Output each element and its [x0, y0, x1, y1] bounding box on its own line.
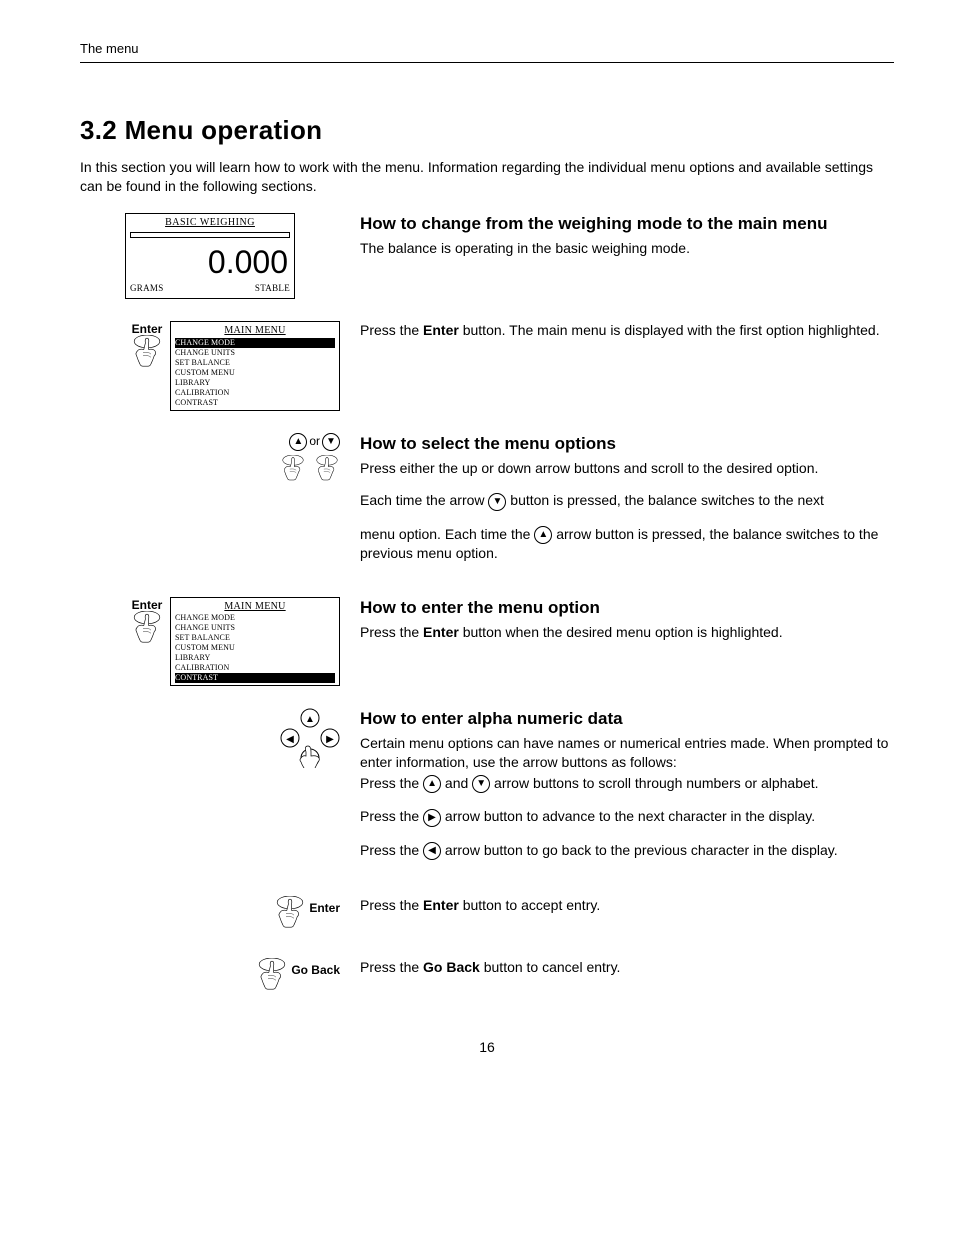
text: arrow button to advance to the next char… [441, 808, 815, 824]
dpad-icon [280, 708, 340, 768]
sec2-p2: Each time the arrow ▼ button is pressed,… [360, 491, 894, 510]
text: button to accept entry. [459, 897, 600, 913]
enter-button-hand: Enter [130, 321, 164, 375]
menu-item: LIBRARY [175, 378, 335, 388]
page-header: The menu [80, 40, 894, 63]
enter-button-hand: Enter [130, 597, 164, 651]
sec4-p2: Press the ▲ and ▼ arrow buttons to scrol… [360, 774, 894, 793]
text: arrow buttons to scroll through numbers … [490, 775, 818, 791]
text: Press the [360, 959, 423, 975]
menu-item: CHANGE UNITS [175, 623, 335, 633]
lcd-status: STABLE [255, 282, 290, 294]
lcd-progress-bar [130, 232, 290, 238]
arrow-up-icon: ▲ [423, 775, 441, 793]
sec1-p2: Press the Enter button. The main menu is… [360, 321, 894, 340]
hand-icon [130, 611, 164, 651]
enter-text: Enter [423, 624, 459, 640]
menu-item: CALIBRATION [175, 388, 335, 398]
text: Press the [360, 808, 423, 824]
hand-icon [130, 335, 164, 375]
arrow-left-icon: ◀ [423, 842, 441, 860]
sec4-p3: Press the ▶ arrow button to advance to t… [360, 807, 894, 826]
enter-label: Enter [309, 900, 340, 916]
or-text: or [309, 433, 320, 449]
enter-text: Enter [423, 322, 459, 338]
text: Press the [360, 624, 423, 640]
arrow-down-icon: ▼ [322, 433, 340, 451]
arrow-down-icon: ▼ [488, 493, 506, 511]
menu-title: MAIN MENU [175, 324, 335, 338]
lcd-value: 0.000 [130, 246, 290, 278]
enter-button-hand: Enter [273, 896, 340, 936]
text: Press the [360, 842, 423, 858]
hand-icon [280, 455, 306, 487]
lcd-main-menu-2: MAIN MENU CHANGE MODE CHANGE UNITS SET B… [170, 597, 340, 687]
menu-item: CUSTOM MENU [175, 643, 335, 653]
enter-text: Enter [423, 897, 459, 913]
page-number: 16 [80, 1038, 894, 1057]
menu-title: MAIN MENU [175, 600, 335, 614]
sec4-p4: Press the ◀ arrow button to go back to t… [360, 841, 894, 860]
menu-item: CHANGE UNITS [175, 348, 335, 358]
menu-item: CALIBRATION [175, 663, 335, 673]
section-title: 3.2 Menu operation [80, 113, 894, 148]
text: button. The main menu is displayed with … [459, 322, 880, 338]
lcd-basic-weighing: BASIC WEIGHING 0.000 GRAMS STABLE [125, 213, 295, 299]
menu-item: CONTRAST [175, 398, 335, 408]
text: button when the desired menu option is h… [459, 624, 783, 640]
menu-item: CHANGE MODE [175, 338, 335, 348]
hand-icon [314, 455, 340, 487]
text: Press the [360, 322, 423, 338]
sec3-p1: Press the Enter button when the desired … [360, 623, 894, 642]
goback-text: Go Back [423, 959, 480, 975]
text: button is pressed, the balance switches … [506, 492, 824, 508]
sec3-heading: How to enter the menu option [360, 597, 894, 620]
sec4-p1: Certain menu options can have names or n… [360, 734, 894, 772]
sec2-p1: Press either the up or down arrow button… [360, 459, 894, 478]
text: and [441, 775, 472, 791]
sec1-p1: The balance is operating in the basic we… [360, 239, 894, 258]
sec4-heading: How to enter alpha numeric data [360, 708, 894, 731]
sec1-heading: How to change from the weighing mode to … [360, 213, 894, 236]
arrow-right-icon: ▶ [423, 809, 441, 827]
arrow-up-icon: ▲ [289, 433, 307, 451]
goback-label: Go Back [291, 962, 340, 978]
text: menu option. Each time the [360, 526, 534, 542]
goback-button-hand: Go Back [255, 958, 340, 998]
lcd-main-menu-1: MAIN MENU CHANGE MODE CHANGE UNITS SET B… [170, 321, 340, 411]
sec4-p5: Press the Enter button to accept entry. [360, 896, 894, 915]
sec2-heading: How to select the menu options [360, 433, 894, 456]
text: button to cancel entry. [480, 959, 621, 975]
menu-item: CUSTOM MENU [175, 368, 335, 378]
menu-item: CHANGE MODE [175, 613, 335, 623]
sec2-p3: menu option. Each time the ▲ arrow butto… [360, 525, 894, 563]
menu-item: SET BALANCE [175, 358, 335, 368]
hand-icon [255, 958, 289, 998]
arrow-up-down-or: ▲ or ▼ [289, 433, 340, 451]
menu-item: LIBRARY [175, 653, 335, 663]
lcd-title: BASIC WEIGHING [130, 216, 290, 230]
hand-icon [273, 896, 307, 936]
text: Each time the arrow [360, 492, 488, 508]
arrow-up-icon: ▲ [534, 526, 552, 544]
lcd-unit: GRAMS [130, 282, 164, 294]
menu-item: SET BALANCE [175, 633, 335, 643]
arrow-down-icon: ▼ [472, 775, 490, 793]
menu-item: CONTRAST [175, 673, 335, 683]
sec4-p6: Press the Go Back button to cancel entry… [360, 958, 894, 977]
intro-text: In this section you will learn how to wo… [80, 158, 894, 196]
text: Press the [360, 897, 423, 913]
text: arrow button to go back to the previous … [441, 842, 838, 858]
text: Press the [360, 775, 423, 791]
